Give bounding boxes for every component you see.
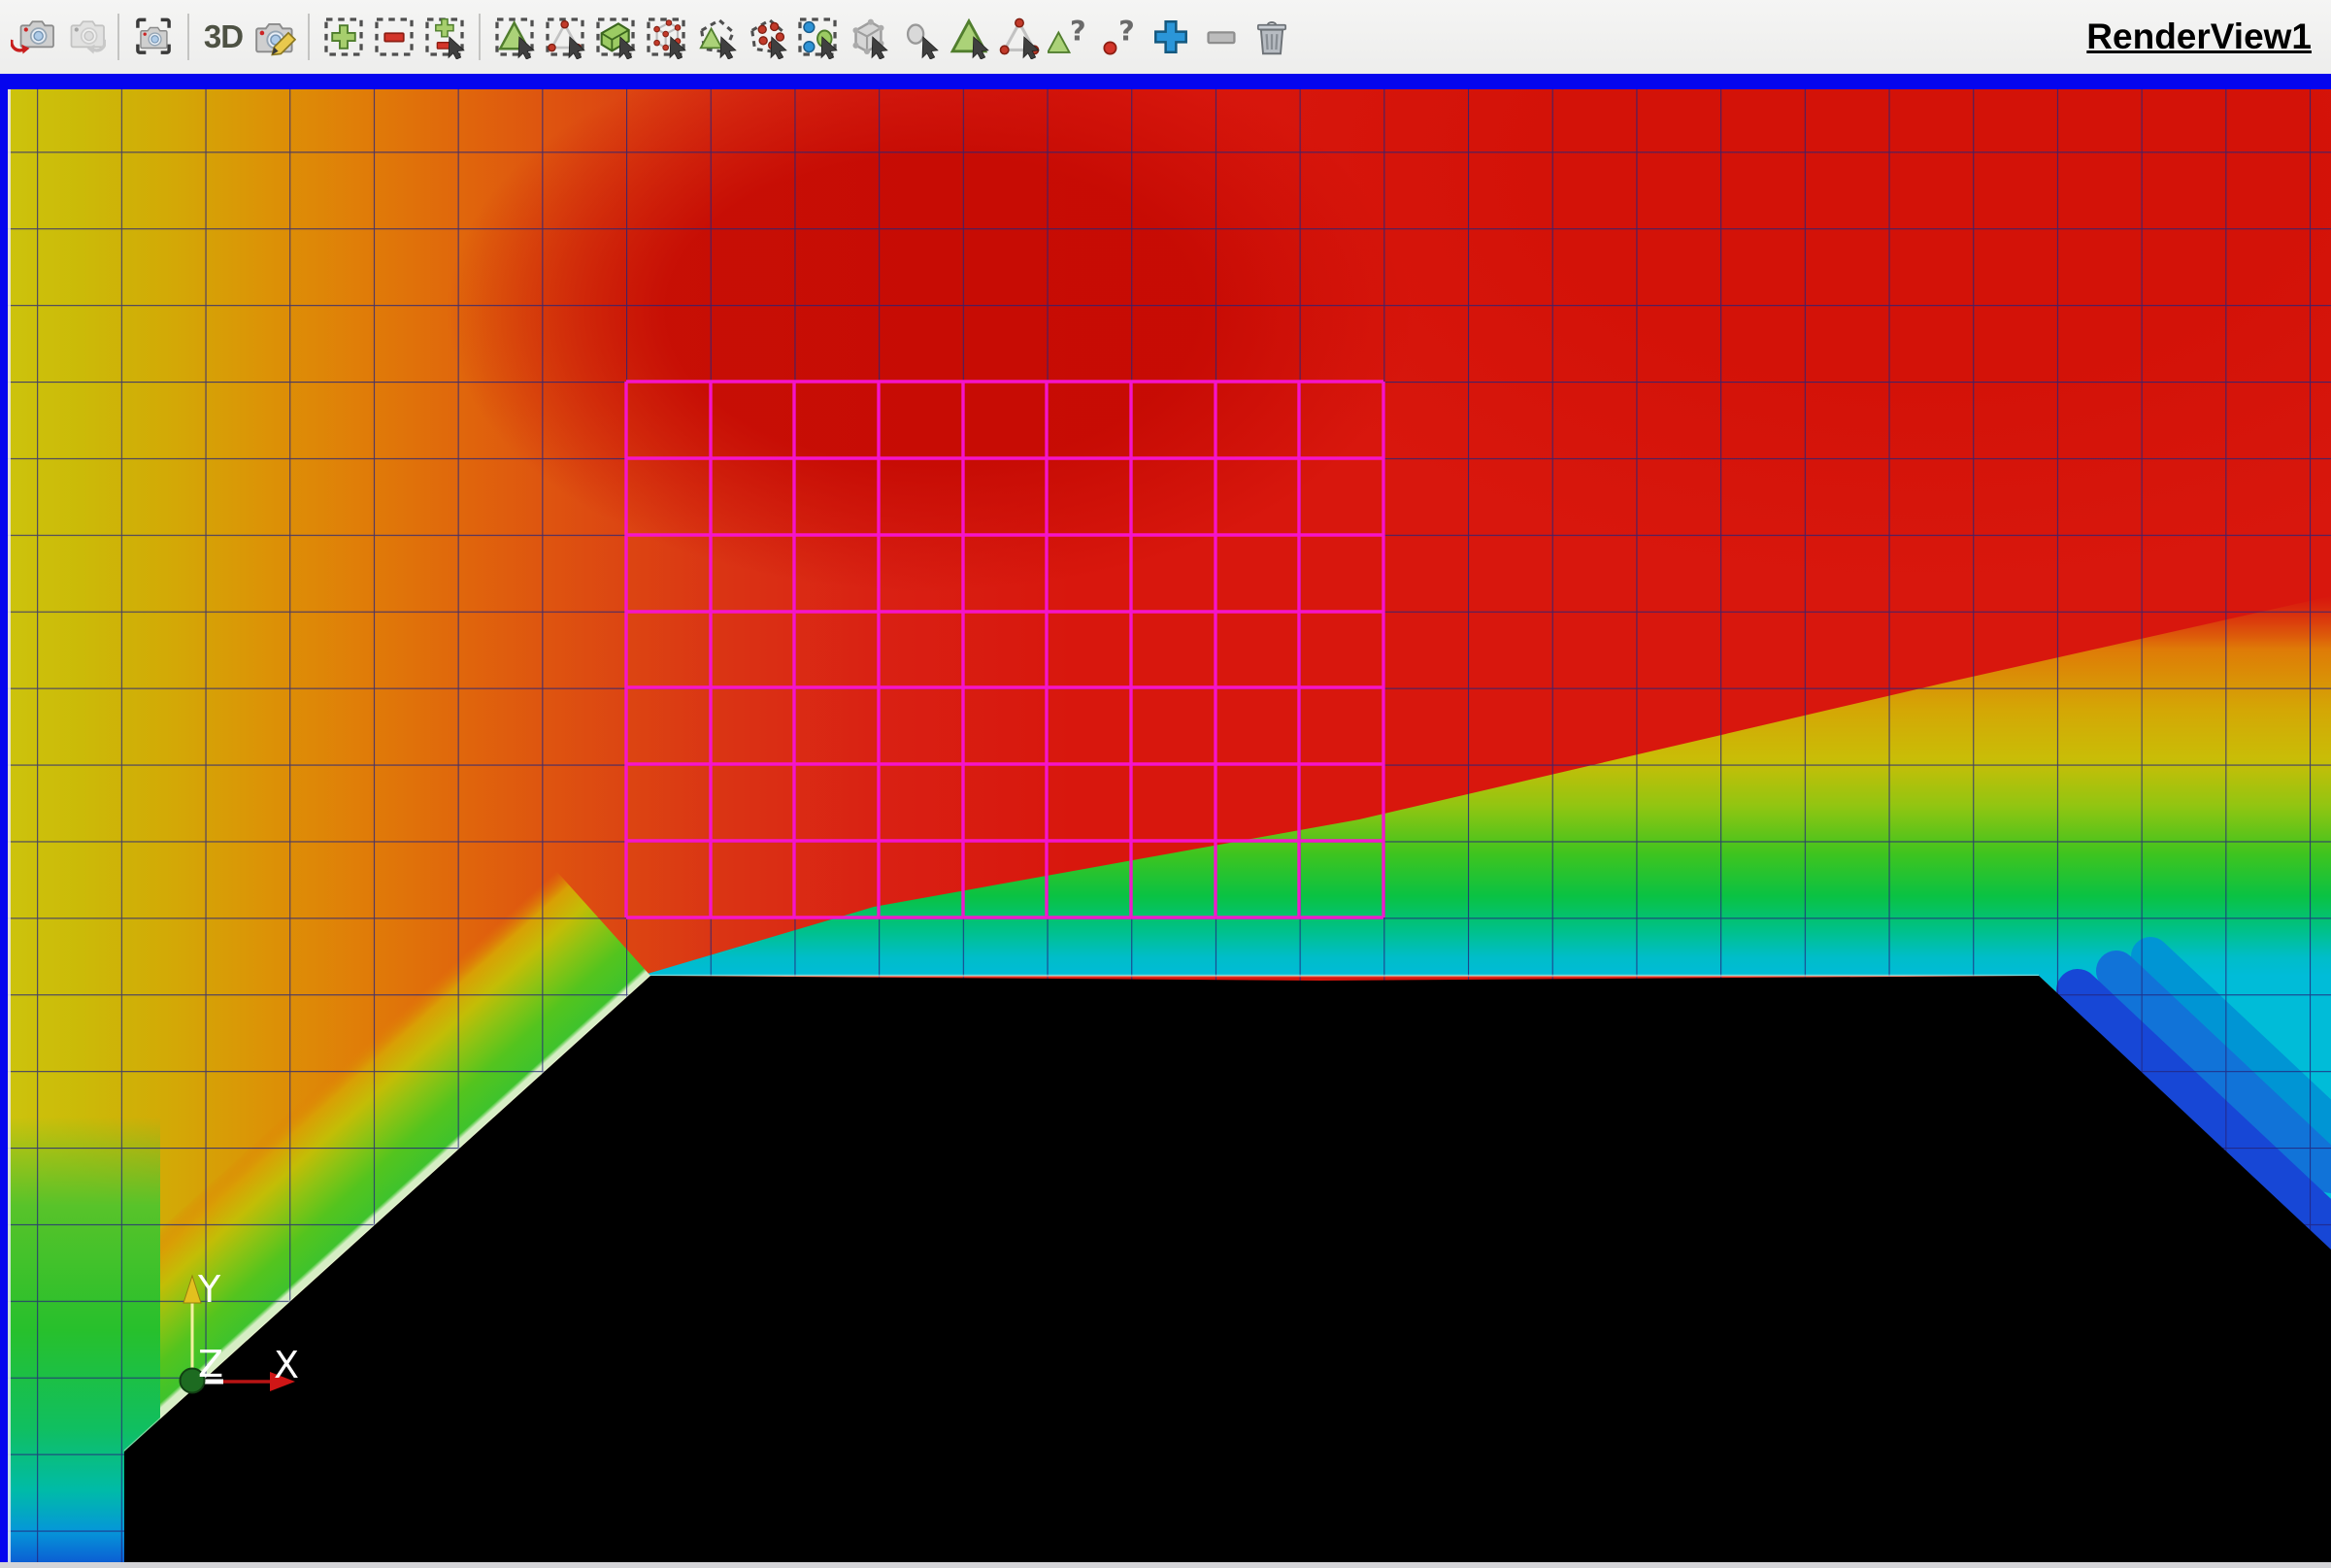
hover-points-button[interactable] [894,6,943,68]
zoom-to-data-icon [251,15,296,59]
render-viewport[interactable]: Y Z X [0,89,2331,1568]
camera-undo-icon [11,15,55,59]
main-toolbar: 3D [0,0,2331,74]
axis-y-label: Y [197,1268,221,1311]
select-points-polygon-button[interactable] [743,6,791,68]
query-cells-button[interactable]: ? [1046,6,1094,68]
hover-cells-button[interactable] [945,6,993,68]
selection-add-button[interactable] [319,6,368,68]
selection-toggle-button[interactable] [420,6,469,68]
active-view-border [0,74,2331,89]
axis-z-label: Z [198,1343,223,1385]
frame-bottom-edge [0,1562,2331,1568]
camera-undo-button[interactable] [9,6,57,68]
select-points-through-icon [644,15,688,59]
toolbar-separator [308,14,310,60]
toggle-2d3d-label: 3D [204,18,243,55]
clear-selection-icon [1249,15,1294,59]
selection-subtract-icon [372,15,416,59]
toolbar-separator [187,14,189,60]
query-cells-icon: ? [1048,15,1092,59]
query-points-button[interactable]: ? [1096,6,1145,68]
frame-inner-highlight [8,89,11,1568]
select-block-button[interactable] [844,6,892,68]
select-cells-polygon-button[interactable] [692,6,741,68]
select-points-on-button[interactable] [541,6,589,68]
active-border-left [0,89,8,1568]
select-cells-through-button[interactable] [591,6,640,68]
reset-camera-button[interactable] [129,6,178,68]
select-points-through-button[interactable] [642,6,690,68]
toggle-2d3d-button[interactable]: 3D [199,6,248,68]
interactive-select-points-icon [997,15,1042,59]
interactive-select-cells-icon [795,15,840,59]
hover-points-icon [896,15,941,59]
camera-redo-button[interactable] [59,6,108,68]
view-title[interactable]: RenderView1 [2086,17,2319,57]
grow-selection-button[interactable] [1147,6,1195,68]
question-glyph: ? [1070,15,1086,48]
interactive-select-cells-button[interactable] [793,6,842,68]
select-points-polygon-icon [745,15,789,59]
shrink-selection-icon [1199,15,1244,59]
query-points-icon: ? [1098,15,1143,59]
select-points-on-icon [543,15,587,59]
select-cells-on-icon [492,15,537,59]
camera-redo-icon [61,15,106,59]
interactive-select-points-button[interactable] [995,6,1044,68]
grow-selection-icon [1149,15,1193,59]
select-block-icon [846,15,890,59]
zoom-to-data-button[interactable] [250,6,298,68]
application-window: 3D [0,0,2331,1568]
question-glyph: ? [1118,15,1135,48]
render-viewport-container: Y Z X [0,89,2331,1568]
selection-add-icon [321,15,366,59]
select-cells-through-icon [593,15,638,59]
toolbar-separator [117,14,119,60]
selection-toggle-icon [422,15,467,59]
selection-subtract-button[interactable] [370,6,418,68]
select-cells-polygon-icon [694,15,739,59]
toolbar-separator [479,14,481,60]
axis-x-label: X [274,1344,299,1386]
select-cells-on-button[interactable] [490,6,539,68]
reset-camera-icon [131,15,176,59]
hover-cells-icon [947,15,991,59]
clear-selection-button[interactable] [1248,6,1296,68]
shrink-selection-button[interactable] [1197,6,1246,68]
